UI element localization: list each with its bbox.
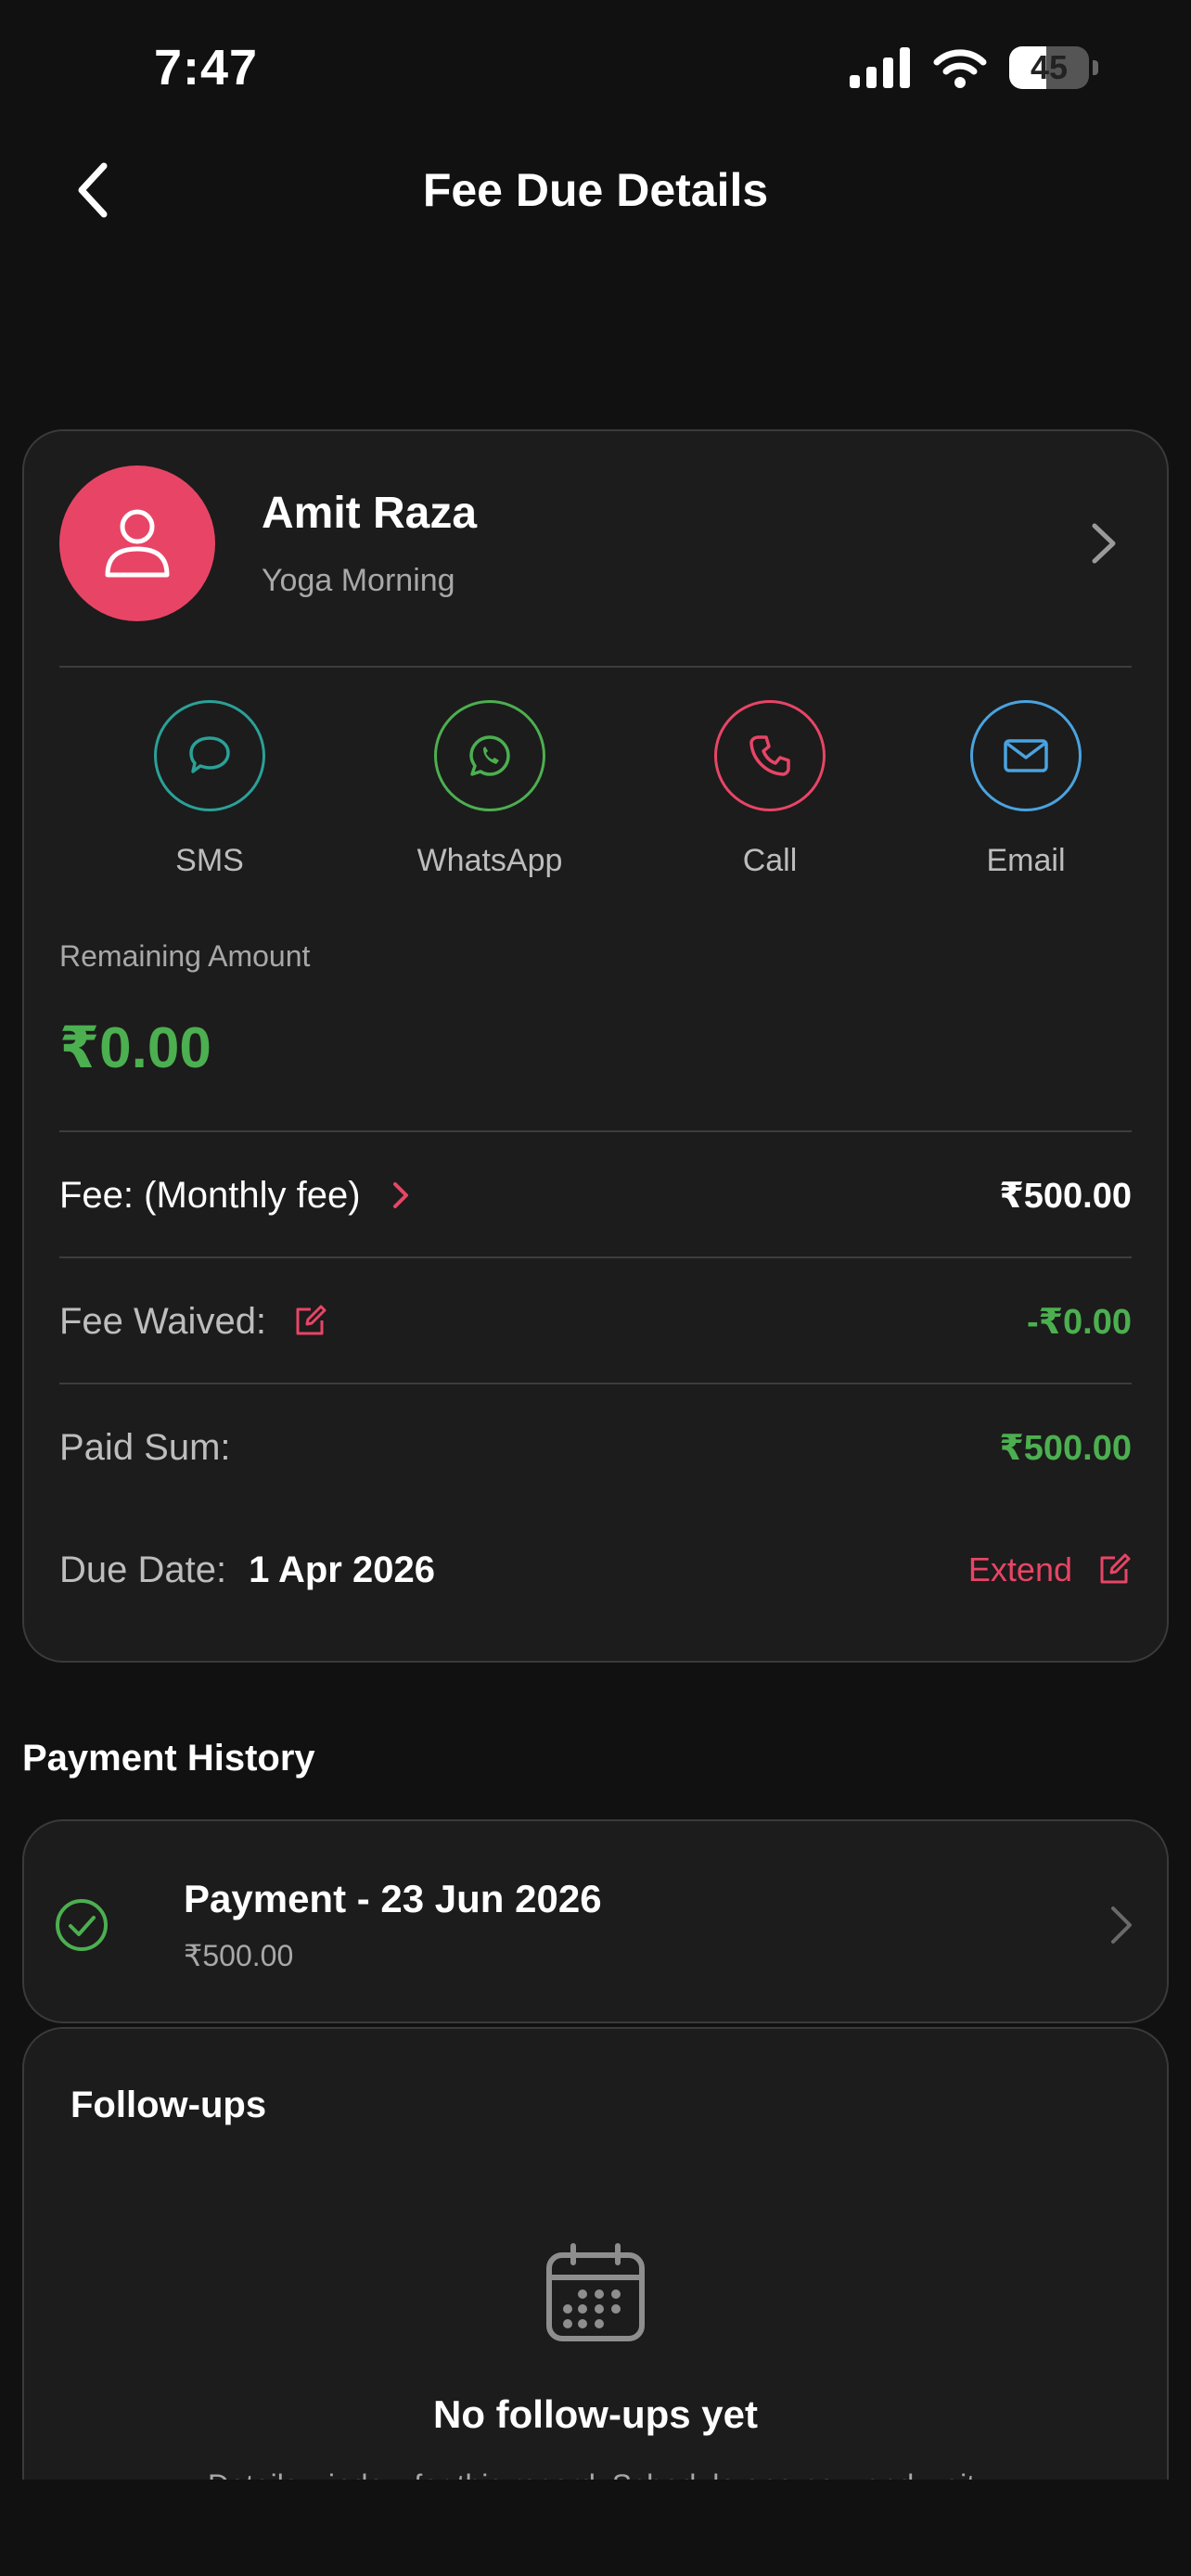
fee-label: Fee: (Monthly fee) (59, 1174, 361, 1216)
sms-button[interactable]: SMS (117, 700, 302, 879)
paid-sum-row: Paid Sum: ₹500.00 (59, 1420, 1132, 1475)
fee-value: ₹500.00 (999, 1176, 1132, 1216)
whatsapp-label: WhatsApp (416, 843, 563, 878)
bottom-bar (0, 2480, 1191, 2576)
payment-title: Payment - 23 Jun 2026 (184, 1877, 602, 1920)
check-circle-icon (56, 1899, 108, 1951)
status-icons: 45 (850, 46, 1098, 89)
fee-waived-value: -₹0.00 (1026, 1302, 1132, 1342)
followups-title: Follow-ups (70, 2085, 267, 2125)
due-date-label: Due Date: (59, 1549, 227, 1590)
email-label: Email (986, 843, 1066, 878)
sms-label: SMS (175, 843, 244, 878)
status-time: 7:47 (154, 40, 259, 96)
remaining-amount-value: ₹0.00 (59, 1016, 211, 1080)
remaining-amount-label: Remaining Amount (59, 939, 311, 973)
whatsapp-icon (469, 735, 510, 776)
phone-icon (749, 735, 790, 776)
avatar (59, 465, 215, 621)
user-icon (105, 509, 170, 578)
fee-due-details-screen: 7:47 45 Fee Due Details Amit Raza Yoga M… (0, 0, 1191, 2576)
due-date-value: 1 Apr 2026 (249, 1549, 435, 1590)
divider (59, 1383, 1132, 1384)
extend-button[interactable]: Extend (968, 1550, 1132, 1589)
email-button[interactable]: Email (933, 700, 1119, 879)
member-name: Amit Raza (262, 489, 478, 538)
battery-level: 45 (1030, 48, 1069, 86)
member-profile-row[interactable]: Amit Raza Yoga Morning (59, 465, 1132, 622)
call-button[interactable]: Call (677, 700, 863, 879)
divider (59, 666, 1132, 668)
due-date-row: Due Date: 1 Apr 2026 Extend (59, 1542, 1132, 1598)
edit-icon (1100, 1553, 1131, 1584)
divider (59, 1256, 1132, 1258)
chevron-right-icon (392, 1182, 408, 1208)
member-plan: Yoga Morning (262, 563, 455, 598)
divider (59, 1130, 1132, 1132)
paid-sum-value: ₹500.00 (999, 1428, 1132, 1468)
chevron-right-icon (1111, 1906, 1132, 1944)
fee-due-card: Amit Raza Yoga Morning SMS WhatsApp Call… (22, 429, 1169, 1663)
page-title: Fee Due Details (422, 164, 769, 216)
whatsapp-button[interactable]: WhatsApp (397, 700, 583, 879)
payment-history-title: Payment History (22, 1738, 315, 1779)
fee-waived-label: Fee Waived: (59, 1300, 267, 1342)
payment-history-item[interactable]: Payment - 23 Jun 2026 ₹500.00 (54, 1869, 1133, 1981)
extend-label: Extend (967, 1550, 1072, 1588)
contact-actions: SMS WhatsApp Call Email (24, 700, 1167, 886)
battery-indicator: 45 (1009, 46, 1089, 89)
calendar-icon (24, 2242, 1167, 2344)
signal-icon (850, 47, 910, 88)
call-label: Call (742, 843, 798, 878)
fee-row[interactable]: Fee: (Monthly fee) ₹500.00 (59, 1167, 1132, 1223)
mail-icon (1004, 739, 1048, 772)
empty-followups-title: No follow-ups yet (433, 2392, 758, 2436)
paid-sum-label: Paid Sum: (59, 1426, 231, 1468)
payment-amount: ₹500.00 (184, 1939, 294, 1972)
chevron-right-icon (1076, 516, 1132, 571)
edit-icon[interactable] (292, 1304, 327, 1339)
chat-bubble-icon (189, 736, 230, 773)
payment-history-card: Payment - 23 Jun 2026 ₹500.00 (22, 1819, 1169, 2023)
wifi-icon (933, 49, 987, 88)
fee-waived-row: Fee Waived: -₹0.00 (59, 1294, 1132, 1349)
